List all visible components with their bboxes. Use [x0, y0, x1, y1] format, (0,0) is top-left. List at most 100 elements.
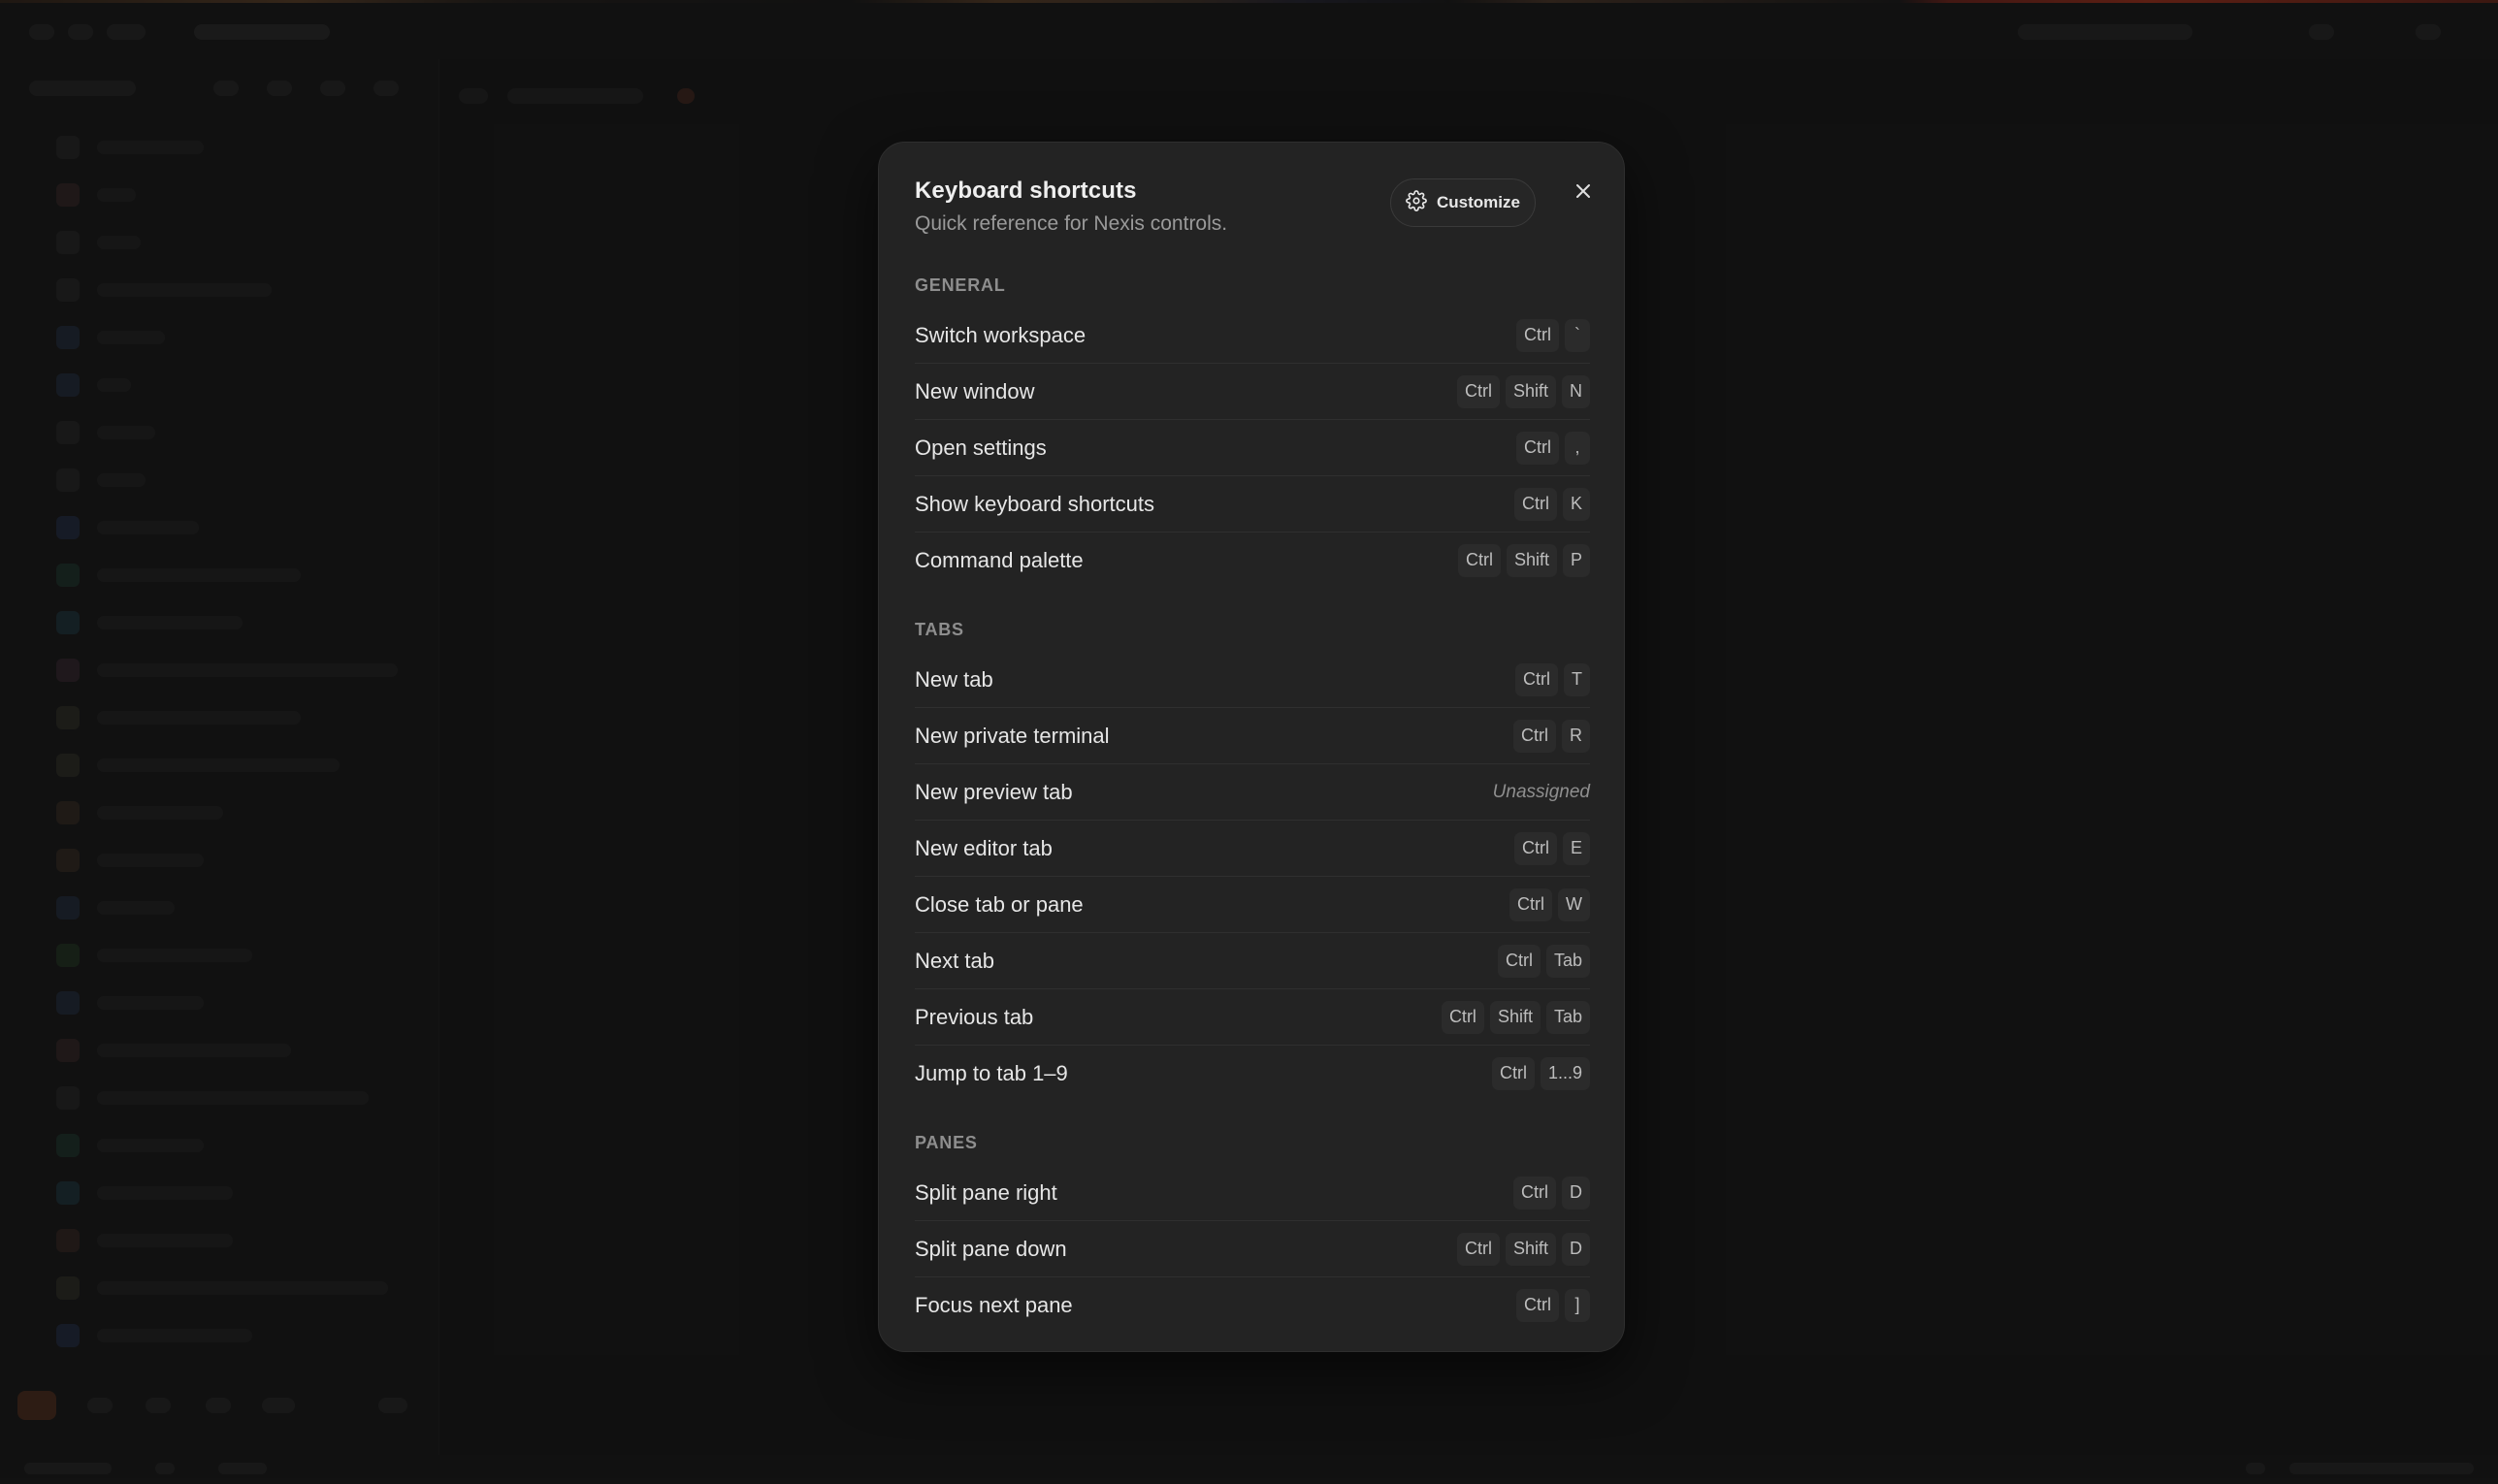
section-panes: PANES Split pane right Ctrl D Split pane dow…: [915, 1130, 1590, 1333]
shortcut-sections: GENERAL Switch workspace Ctrl ` New window Ct…: [915, 273, 1590, 1333]
shortcut-label: New editor tab: [915, 835, 1053, 860]
key-cap: Ctrl: [1513, 831, 1557, 865]
shortcut-keys: Ctrl K: [1513, 487, 1590, 521]
modal-subtitle: Quick reference for Nexis controls.: [915, 212, 1228, 235]
key-cap: Ctrl: [1497, 944, 1541, 978]
shortcut-keys: Ctrl Tab: [1497, 944, 1590, 978]
shortcut-keys: Ctrl R: [1513, 719, 1590, 753]
key-cap: Shift: [1489, 1000, 1541, 1034]
key-cap: Shift: [1505, 374, 1556, 408]
close-button[interactable]: [1568, 177, 1599, 209]
shortcut-label: Jump to tab 1–9: [915, 1060, 1068, 1085]
shortcut-row[interactable]: New private terminal Ctrl R: [915, 708, 1590, 764]
section-heading: PANES: [915, 1133, 978, 1152]
key-cap: Ctrl: [1456, 1232, 1500, 1266]
key-cap: T: [1564, 662, 1590, 696]
shortcut-keys: Ctrl,: [1516, 431, 1590, 465]
key-cap: Ctrl: [1516, 1288, 1559, 1322]
shortcut-keys: Ctrl `: [1516, 318, 1590, 352]
shortcut-label: Next tab: [915, 948, 994, 973]
shortcut-row[interactable]: New window Ctrl Shift N: [915, 364, 1590, 420]
key-cap: Ctrl: [1457, 543, 1501, 577]
shortcut-row[interactable]: Jump to tab 1–9 Ctrl 1...9: [915, 1046, 1590, 1101]
key-cap: Ctrl: [1441, 1000, 1484, 1034]
unassigned-label: Unassigned: [1492, 781, 1590, 802]
key-cap: Tab: [1545, 1000, 1590, 1034]
shortcut-label: New private terminal: [915, 723, 1110, 748]
shortcut-row[interactable]: Split pane down Ctrl Shift D: [915, 1221, 1590, 1277]
shortcut-label: Switch workspace: [915, 322, 1087, 347]
shortcut-row[interactable]: Show keyboard shortcuts Ctrl K: [915, 476, 1590, 532]
key-cap: Ctrl: [1513, 487, 1557, 521]
shortcut-keys: Ctrl]: [1516, 1288, 1590, 1322]
modal-title: Keyboard shortcuts: [915, 177, 1137, 204]
shortcut-keys: Ctrl 1...9: [1491, 1056, 1590, 1090]
key-cap: N: [1562, 374, 1590, 408]
key-cap: P: [1562, 543, 1590, 577]
key-cap: R: [1562, 719, 1590, 753]
shortcut-label: Show keyboard shortcuts: [915, 491, 1155, 516]
key-cap: Ctrl: [1516, 318, 1559, 352]
key-cap: ,: [1565, 431, 1590, 465]
key-cap: `: [1565, 318, 1590, 352]
customize-button[interactable]: Customize: [1390, 178, 1536, 227]
shortcut-label: New preview tab: [915, 779, 1073, 804]
key-cap: 1...9: [1540, 1056, 1590, 1090]
shortcut-label: New window: [915, 378, 1035, 403]
key-cap: Ctrl: [1509, 887, 1552, 921]
keyboard-shortcuts-modal: Keyboard shortcuts Quick reference for N…: [878, 142, 1625, 1352]
shortcut-row[interactable]: Previous tab Ctrl Shift Tab: [915, 989, 1590, 1046]
shortcut-keys: Ctrl Shift P: [1457, 543, 1590, 577]
key-cap: Ctrl: [1516, 431, 1559, 465]
key-cap: D: [1562, 1176, 1590, 1210]
close-icon: [1574, 182, 1592, 205]
key-cap: Tab: [1545, 944, 1590, 978]
shortcut-keys: Ctrl D: [1513, 1176, 1590, 1210]
key-cap: Ctrl: [1491, 1056, 1535, 1090]
shortcut-keys: Ctrl Shift D: [1456, 1232, 1590, 1266]
shortcut-row[interactable]: Command palette Ctrl Shift P: [915, 532, 1590, 588]
section-heading: GENERAL: [915, 275, 1006, 295]
key-cap: Ctrl: [1513, 1176, 1556, 1210]
shortcut-keys: Ctrl Shift Tab: [1441, 1000, 1590, 1034]
shortcut-label: Open settings: [915, 435, 1047, 460]
key-cap: Ctrl: [1515, 662, 1558, 696]
key-cap: Shift: [1506, 543, 1557, 577]
shortcut-row[interactable]: Close tab or pane Ctrl W: [915, 877, 1590, 933]
customize-label: Customize: [1437, 193, 1520, 211]
shortcut-label: Split pane down: [915, 1236, 1067, 1261]
section-general: GENERAL Switch workspace Ctrl ` New window Ct…: [915, 273, 1590, 588]
shortcut-row[interactable]: Open settings Ctrl,: [915, 420, 1590, 476]
shortcut-label: Previous tab: [915, 1004, 1034, 1029]
shortcut-label: New tab: [915, 666, 993, 692]
shortcut-keys: Ctrl E: [1513, 831, 1590, 865]
shortcut-keys: Ctrl W: [1509, 887, 1590, 921]
section-heading: TABS: [915, 620, 964, 639]
key-cap: E: [1562, 831, 1590, 865]
shortcut-row[interactable]: Switch workspace Ctrl `: [915, 307, 1590, 364]
shortcut-keys: Ctrl T: [1515, 662, 1590, 696]
shortcut-label: Command palette: [915, 547, 1084, 572]
key-cap: Ctrl: [1513, 719, 1556, 753]
shortcut-row[interactable]: New preview tab Unassigned: [915, 764, 1590, 821]
key-cap: D: [1562, 1232, 1590, 1266]
shortcut-row[interactable]: New editor tab Ctrl E: [915, 821, 1590, 877]
gear-icon: [1406, 189, 1427, 216]
shortcut-keys: Ctrl Shift N: [1456, 374, 1590, 408]
key-cap: Ctrl: [1456, 374, 1500, 408]
shortcut-row[interactable]: Next tab Ctrl Tab: [915, 933, 1590, 989]
shortcut-row[interactable]: Split pane right Ctrl D: [915, 1165, 1590, 1221]
shortcut-label: Close tab or pane: [915, 891, 1084, 917]
key-cap: ]: [1565, 1288, 1590, 1322]
shortcut-row[interactable]: Focus next pane Ctrl]: [915, 1277, 1590, 1333]
key-cap: W: [1558, 887, 1590, 921]
section-tabs: TABS New tab Ctrl T New private terminal Ctrl…: [915, 617, 1590, 1101]
key-cap: Shift: [1505, 1232, 1556, 1266]
key-cap: K: [1562, 487, 1590, 521]
shortcut-label: Focus next pane: [915, 1292, 1073, 1317]
shortcut-row[interactable]: New tab Ctrl T: [915, 652, 1590, 708]
shortcut-keys: Unassigned: [1493, 782, 1590, 803]
shortcut-label: Split pane right: [915, 1179, 1057, 1205]
